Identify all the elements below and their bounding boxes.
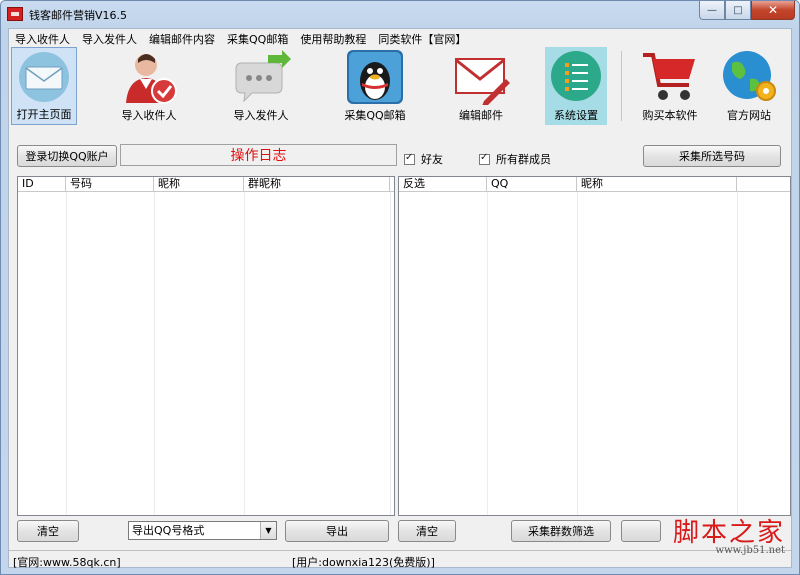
checkbox-checked[interactable] xyxy=(479,152,490,165)
tool-label: 采集QQ邮箱 xyxy=(344,109,406,122)
tool-label: 导入收件人 xyxy=(121,109,177,122)
tool-collect-qq[interactable]: 采集QQ邮箱 xyxy=(337,47,413,125)
operation-log-title: 操作日志 xyxy=(120,144,397,166)
left-table-header: ID 号码 昵称 群昵称 xyxy=(18,177,394,192)
export-format-select[interactable]: 导出QQ号格式 ▼ xyxy=(128,521,277,540)
status-user: [用户:downxia123(免费版)] xyxy=(292,556,435,569)
all-members-checkbox[interactable]: 所有群成员 xyxy=(479,151,551,167)
export-button[interactable]: 导出 xyxy=(285,520,389,542)
grid-line xyxy=(154,192,155,515)
maximize-button[interactable]: □ xyxy=(725,1,751,20)
clear-right-button[interactable]: 清空 xyxy=(398,520,456,542)
globe-gear-icon xyxy=(723,51,776,101)
checkbox-checked[interactable] xyxy=(404,152,415,165)
tool-label: 打开主页面 xyxy=(16,108,72,121)
minimize-button[interactable]: — xyxy=(699,1,725,20)
tool-system-settings[interactable]: 系统设置 xyxy=(545,47,607,125)
column-header-group-nickname[interactable]: 群昵称 xyxy=(244,177,390,192)
column-header-qq[interactable]: QQ xyxy=(487,177,577,192)
site-watermark: 脚本之家 www.jb51.net xyxy=(673,512,785,556)
grid-line xyxy=(66,192,67,515)
login-switch-qq-button[interactable]: 登录切换QQ账户 xyxy=(17,145,117,167)
app-window: 钱客邮件营销V16.5 — □ ✕ 导入收件人 导入发件人 编辑邮件内容 采集Q… xyxy=(0,0,800,575)
tool-label: 编辑邮件 xyxy=(459,109,503,122)
menu-bar: 导入收件人 导入发件人 编辑邮件内容 采集QQ邮箱 使用帮助教程 同类软件【官网… xyxy=(9,29,791,46)
close-button[interactable]: ✕ xyxy=(751,1,795,20)
column-header-nickname[interactable]: 昵称 xyxy=(577,177,737,192)
tool-buy-software[interactable]: 购买本软件 xyxy=(635,47,705,125)
menu-collect-qq[interactable]: 采集QQ邮箱 xyxy=(221,29,294,46)
tool-label: 系统设置 xyxy=(554,109,598,122)
shopping-cart-icon xyxy=(643,53,695,100)
grid-line xyxy=(487,192,488,515)
menu-import-senders[interactable]: 导入发件人 xyxy=(76,29,143,46)
window-controls: — □ ✕ xyxy=(699,1,795,21)
all-members-checkbox-label: 所有群成员 xyxy=(496,153,551,166)
grid-line xyxy=(390,192,391,515)
tool-official-site[interactable]: 官方网站 xyxy=(711,47,787,125)
grid-line xyxy=(577,192,578,515)
grid-line xyxy=(244,192,245,515)
tool-edit-mail[interactable]: 编辑邮件 xyxy=(443,47,519,125)
envelope-pen-icon xyxy=(455,58,510,105)
grid-line xyxy=(737,192,738,515)
toolbar: 打开主页面 导入收件人 导入发件人 采集QQ邮箱 编辑邮件 系统设置 购买本软件… xyxy=(9,47,791,127)
extra-button[interactable] xyxy=(621,520,661,542)
menu-import-recipients[interactable]: 导入收件人 xyxy=(9,29,76,46)
window-title: 钱客邮件营销V16.5 xyxy=(29,9,128,22)
tool-open-main[interactable]: 打开主页面 xyxy=(11,47,77,125)
chat-bubble-arrow-icon xyxy=(235,50,291,103)
column-header-number[interactable]: 号码 xyxy=(66,177,154,192)
tool-label: 购买本软件 xyxy=(642,109,698,122)
client-area: 导入收件人 导入发件人 编辑邮件内容 采集QQ邮箱 使用帮助教程 同类软件【官网… xyxy=(8,28,792,569)
column-header-nickname[interactable]: 昵称 xyxy=(154,177,244,192)
menu-edit-mail[interactable]: 编辑邮件内容 xyxy=(143,29,221,46)
column-header-id[interactable]: ID xyxy=(18,177,66,192)
app-logo-icon xyxy=(7,7,23,21)
clear-left-button[interactable]: 清空 xyxy=(17,520,79,542)
qq-penguin-icon xyxy=(347,50,403,104)
menu-help[interactable]: 使用帮助教程 xyxy=(294,29,372,46)
right-table-header: 反选 QQ 昵称 xyxy=(399,177,790,192)
right-qq-table[interactable]: 反选 QQ 昵称 xyxy=(398,176,791,516)
envelope-icon xyxy=(19,52,69,102)
filter-group-count-button[interactable]: 采集群数筛选 xyxy=(511,520,611,542)
toolbar-separator xyxy=(621,51,622,121)
dropdown-arrow-icon[interactable]: ▼ xyxy=(260,522,276,539)
collect-selected-button[interactable]: 采集所选号码 xyxy=(643,145,781,167)
friends-checkbox[interactable]: 好友 xyxy=(404,151,443,167)
left-member-table[interactable]: ID 号码 昵称 群昵称 xyxy=(17,176,395,516)
status-website: [官网:www.58qk.cn] xyxy=(13,556,121,569)
tool-label: 官方网站 xyxy=(727,109,771,122)
export-format-value: 导出QQ号格式 xyxy=(132,524,205,537)
title-bar[interactable]: 钱客邮件营销V16.5 — □ ✕ xyxy=(1,1,799,28)
user-check-icon xyxy=(126,54,177,104)
tool-import-recipients[interactable]: 导入收件人 xyxy=(109,47,189,125)
watermark-text: 脚本之家 xyxy=(672,518,785,548)
column-header-invert-select[interactable]: 反选 xyxy=(399,177,487,192)
tool-import-senders[interactable]: 导入发件人 xyxy=(221,47,301,125)
friends-checkbox-label: 好友 xyxy=(421,153,443,166)
menu-related-software[interactable]: 同类软件【官网】 xyxy=(372,29,472,46)
settings-list-icon xyxy=(551,51,601,101)
tool-label: 导入发件人 xyxy=(233,109,289,122)
